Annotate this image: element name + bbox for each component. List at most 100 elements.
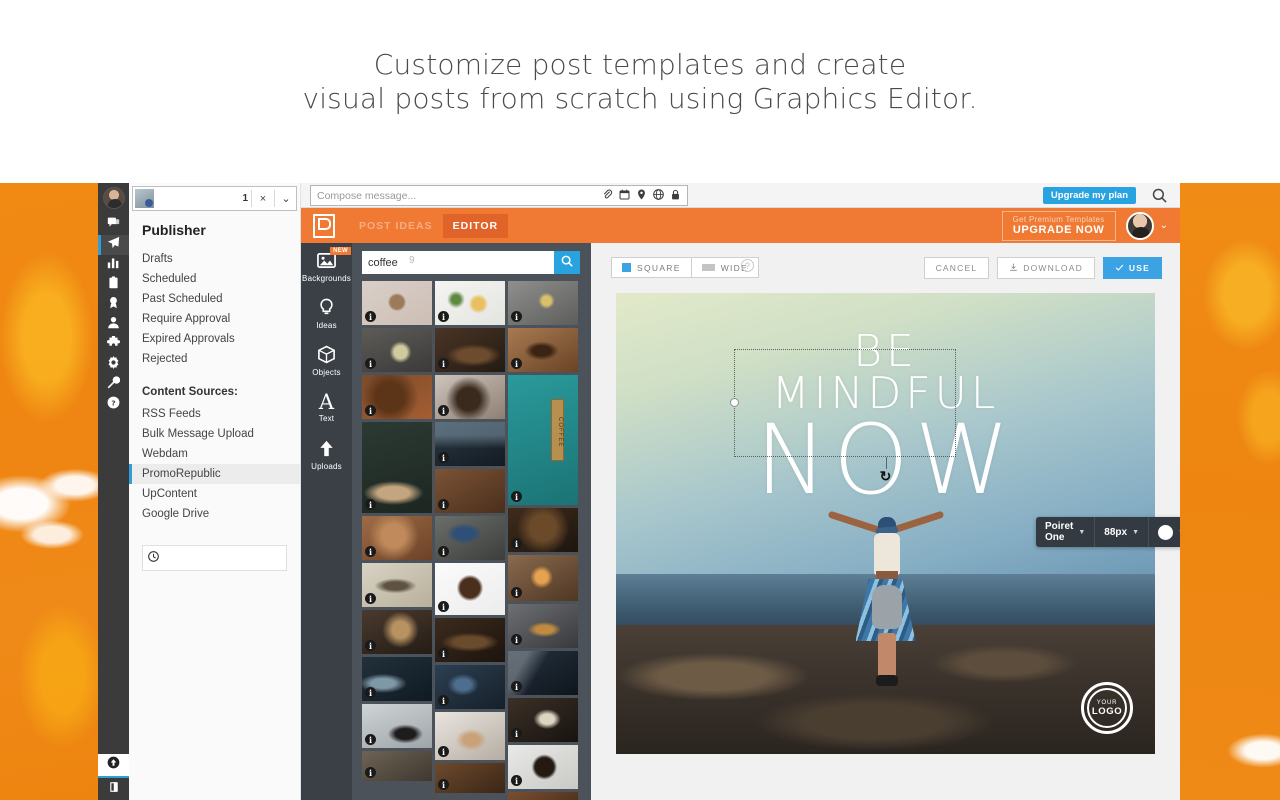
account-tab[interactable]: 1 × ⌄ (132, 186, 297, 211)
thumbnail-item[interactable]: i (435, 712, 505, 760)
thumbnail-item[interactable]: i (362, 751, 432, 781)
cancel-button[interactable]: CANCEL (923, 257, 990, 279)
info-badge[interactable]: i (511, 358, 522, 369)
upgrade-my-plan-button[interactable]: Upgrade my plan (1042, 187, 1136, 204)
thumbnail-item[interactable]: COFFEE i (508, 375, 578, 505)
info-badge[interactable]: i (511, 491, 522, 502)
sidebar-item-bulk-message-upload[interactable]: Bulk Message Upload (129, 424, 300, 444)
info-badge[interactable]: i (511, 634, 522, 645)
thumbnail-item[interactable]: i (362, 328, 432, 372)
info-badge[interactable]: i (365, 640, 376, 651)
sidebar-item-webdam[interactable]: Webdam (129, 444, 300, 464)
tab-editor[interactable]: EDITOR (442, 213, 509, 238)
search-icon[interactable] (1152, 188, 1167, 203)
sidebar-item-past-scheduled[interactable]: Past Scheduled (129, 289, 300, 309)
thumbnail-item[interactable]: i (362, 657, 432, 701)
info-badge[interactable]: i (511, 681, 522, 692)
info-badge[interactable]: i (365, 734, 376, 745)
use-button[interactable]: USE (1102, 257, 1162, 279)
thumbnail-item[interactable]: i (508, 651, 578, 695)
info-badge[interactable]: i (365, 358, 376, 369)
thumbnail-item[interactable]: i (362, 704, 432, 748)
thumbnail-item[interactable]: i (435, 281, 505, 325)
rail-item-analytics[interactable] (98, 255, 129, 275)
logo-watermark[interactable]: YOUR LOGO (1081, 682, 1133, 734)
download-button[interactable]: DOWNLOAD (997, 257, 1095, 279)
tool-backgrounds[interactable]: NEW Backgrounds (301, 243, 352, 290)
upgrade-now-button[interactable]: Get Premium Templates UPGRADE NOW (1001, 210, 1116, 241)
tool-objects[interactable]: Objects (301, 337, 352, 384)
compose-field[interactable]: Compose message... (310, 185, 688, 206)
info-badge[interactable]: i (438, 601, 449, 612)
text-color-selector[interactable]: ▼ (1149, 517, 1180, 547)
tool-ideas[interactable]: Ideas (301, 290, 352, 337)
info-badge[interactable]: i (511, 311, 522, 322)
thumbnail-item[interactable]: i (435, 665, 505, 709)
thumbnail-item[interactable]: i (508, 328, 578, 372)
resize-handle[interactable] (730, 398, 739, 407)
info-badge[interactable]: i (365, 767, 376, 778)
attachment-icon[interactable] (602, 187, 613, 205)
thumbnail-item[interactable]: i (362, 610, 432, 654)
info-badge[interactable]: i (438, 546, 449, 557)
lock-icon[interactable] (670, 187, 681, 205)
tool-uploads[interactable]: Uploads (301, 431, 352, 478)
thumbnail-item[interactable]: i (362, 375, 432, 419)
info-badge[interactable]: i (438, 358, 449, 369)
info-badge[interactable]: i (365, 687, 376, 698)
thumbnail-item[interactable]: i (508, 604, 578, 648)
info-badge[interactable]: i (438, 695, 449, 706)
thumbnail-item[interactable]: i (435, 563, 505, 615)
sidebar-item-expired-approvals[interactable]: Expired Approvals (129, 329, 300, 349)
sidebar-item-rejected[interactable]: Rejected (129, 349, 300, 369)
history-box[interactable] (142, 545, 287, 571)
thumbnail-item[interactable]: i (362, 281, 432, 325)
info-badge[interactable]: i (511, 587, 522, 598)
thumbnail-item[interactable]: i (435, 328, 505, 372)
font-family-selector[interactable]: Poiret One ▼ (1036, 517, 1096, 547)
question-circle-icon[interactable]: ? (741, 259, 754, 272)
text-selection-box[interactable] (730, 349, 956, 457)
info-badge[interactable]: i (438, 779, 449, 790)
thumbnail-item[interactable]: i (435, 469, 505, 513)
tool-text[interactable]: A Text (301, 384, 352, 431)
thumbnail-item[interactable]: i (435, 422, 505, 466)
rotate-icon[interactable]: ↻ (879, 469, 893, 483)
rail-item-tools[interactable] (98, 375, 129, 395)
close-icon[interactable]: × (255, 193, 271, 205)
info-badge[interactable]: i (511, 775, 522, 786)
info-badge[interactable]: i (438, 311, 449, 322)
rail-item-publisher[interactable] (98, 235, 129, 255)
rail-item-reports[interactable] (98, 275, 129, 295)
thumbnail-item[interactable]: i (508, 508, 578, 552)
sidebar-item-promorepublic[interactable]: PromoRepublic (129, 464, 300, 484)
thumbnail-item[interactable]: i (435, 375, 505, 419)
location-icon[interactable] (636, 187, 647, 205)
info-badge[interactable]: i (365, 311, 376, 322)
sidebar-item-drafts[interactable]: Drafts (129, 249, 300, 269)
font-size-selector[interactable]: 88px ▼ (1095, 517, 1150, 547)
thumbnail-item[interactable]: i (508, 555, 578, 601)
thumbnail-item[interactable]: i (362, 563, 432, 607)
format-square-button[interactable]: SQUARE (611, 257, 691, 278)
info-badge[interactable]: i (365, 546, 376, 557)
sidebar-item-upcontent[interactable]: UpContent (129, 484, 300, 504)
avatar[interactable] (102, 187, 125, 209)
info-badge[interactable]: i (438, 452, 449, 463)
info-badge[interactable]: i (438, 499, 449, 510)
user-avatar[interactable] (1125, 211, 1154, 240)
sidebar-item-scheduled[interactable]: Scheduled (129, 269, 300, 289)
info-badge[interactable]: i (438, 648, 449, 659)
thumbnail-item[interactable]: i (435, 763, 505, 793)
rail-item-messages[interactable] (98, 215, 129, 235)
info-badge[interactable]: i (511, 538, 522, 549)
globe-icon[interactable] (653, 187, 664, 205)
info-badge[interactable]: i (365, 593, 376, 604)
info-badge[interactable]: i (365, 405, 376, 416)
chevron-down-icon[interactable]: ⌄ (1160, 220, 1168, 231)
rail-item-contacts[interactable] (98, 315, 129, 335)
rail-item-apps[interactable] (98, 335, 129, 355)
rail-item-awards[interactable] (98, 295, 129, 315)
rail-item-collapse[interactable] (98, 754, 129, 776)
rail-item-help[interactable]: ? (98, 395, 129, 415)
